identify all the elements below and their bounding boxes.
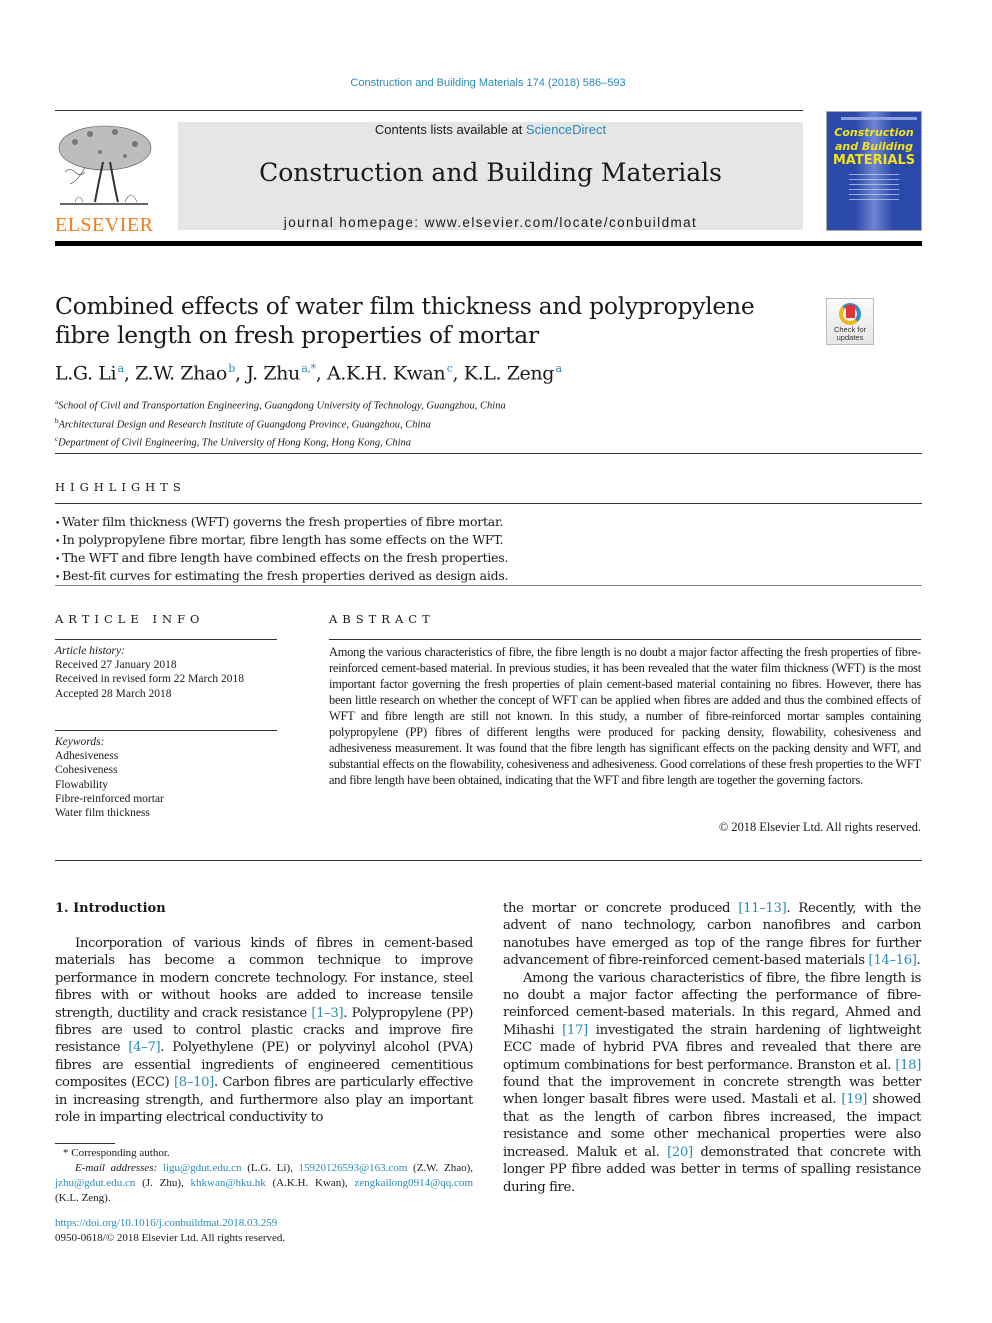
article-history-label: Article history:	[55, 645, 125, 657]
citation-link[interactable]: [8–10]	[174, 1075, 214, 1090]
article-info-heading: ARTICLE INFO	[55, 612, 205, 626]
section-heading-introduction: 1. Introduction	[55, 901, 166, 916]
highlight-item: Best-fit curves for estimating the fresh…	[55, 568, 508, 586]
author[interactable]: K.L. Zeng	[464, 362, 555, 384]
abstract-text: Among the various characteristics of fib…	[329, 645, 921, 787]
keyword[interactable]: Fibre-reinforced mortar	[55, 792, 164, 806]
paragraph: Incorporation of various kinds of fibres…	[55, 936, 473, 1126]
citation-link[interactable]: [17]	[562, 1023, 588, 1038]
author[interactable]: A.K.H. Kwan	[327, 362, 446, 384]
cover-title-line1: Construction	[834, 126, 914, 139]
email-link[interactable]: ligu@gdut.edu.cn	[163, 1162, 242, 1174]
footnote-divider	[55, 1143, 115, 1144]
paragraph: Among the various characteristics of fib…	[503, 970, 922, 1195]
author-affiliation-mark[interactable]: b	[228, 362, 235, 375]
divider	[55, 503, 922, 504]
crossmark-bookmark-icon	[846, 305, 855, 318]
abstract-heading: ABSTRACT	[329, 612, 435, 626]
cover-title: Construction and Building MATERIALS	[827, 126, 921, 168]
header-divider	[55, 110, 803, 111]
contents-prefix: Contents lists available at	[374, 122, 526, 137]
keyword[interactable]: Cohesiveness	[55, 763, 164, 777]
journal-cover-image[interactable]: Construction and Building MATERIALS	[826, 111, 922, 231]
doi-block: https://doi.org/10.1016/j.conbuildmat.20…	[55, 1216, 285, 1246]
abstract-copyright: © 2018 Elsevier Ltd. All rights reserved…	[718, 820, 921, 834]
affiliation: bArchitectural Design and Research Insti…	[55, 416, 431, 431]
article-title: Combined effects of water film thickness…	[55, 292, 755, 349]
journal-homepage[interactable]: journal homepage: www.elsevier.com/locat…	[178, 215, 803, 230]
author[interactable]: J. Zhu	[246, 362, 300, 384]
email-link[interactable]: 15920126593@163.com	[299, 1162, 408, 1174]
cover-title-line3: MATERIALS	[832, 153, 916, 168]
email-link[interactable]: jzhu@gdut.edu.cn	[55, 1177, 135, 1189]
affiliations: aSchool of Civil and Transportation Engi…	[55, 395, 506, 451]
check-for-updates-button[interactable]: Check for updates	[826, 298, 874, 345]
paragraph: the mortar or concrete produced [11–13].…	[503, 901, 921, 969]
body-column-left: Incorporation of various kinds of fibres…	[55, 935, 473, 1126]
divider	[55, 453, 922, 454]
citation-link[interactable]: [20]	[667, 1145, 693, 1160]
footnotes: * Corresponding author. E-mail addresses…	[55, 1143, 473, 1206]
email-addresses: E-mail addresses: ligu@gdut.edu.cn (L.G.…	[55, 1162, 473, 1204]
author[interactable]: L.G. Li	[55, 362, 117, 384]
highlight-item: Water film thickness (WFT) governs the f…	[55, 514, 508, 532]
email-link[interactable]: zengkailong0914@qq.com	[354, 1177, 473, 1189]
corresponding-author-note: * Corresponding author.	[63, 1147, 170, 1159]
history-item: Received 27 January 2018	[55, 659, 177, 672]
issn-copyright: 0950-0618/© 2018 Elsevier Ltd. All right…	[55, 1232, 286, 1244]
contents-line: Contents lists available at ScienceDirec…	[178, 122, 803, 137]
crossmark-label: Check for updates	[833, 325, 867, 342]
divider	[55, 639, 277, 640]
highlights-heading: HIGHLIGHTS	[55, 480, 186, 494]
author-list: L.G. Li a, Z.W. Zhao b, J. Zhu a,*, A.K.…	[55, 362, 562, 385]
citation-link[interactable]: [11–13]	[738, 901, 786, 916]
author-affiliation-mark[interactable]: c	[447, 362, 453, 375]
highlights-list: Water film thickness (WFT) governs the f…	[55, 514, 508, 586]
doi-link[interactable]: https://doi.org/10.1016/j.conbuildmat.20…	[55, 1216, 285, 1231]
affiliation: aSchool of Civil and Transportation Engi…	[55, 398, 506, 412]
highlight-item: The WFT and fibre length have combined e…	[55, 550, 508, 568]
elsevier-logo[interactable]: ELSEVIER	[55, 122, 153, 236]
cover-title-line2: and Building	[834, 140, 914, 153]
author-affiliation-mark[interactable]: a	[118, 362, 125, 375]
keywords: Keywords: Adhesiveness Cohesiveness Flow…	[55, 735, 164, 820]
citation-link[interactable]: [14–16]	[869, 953, 917, 968]
cover-bar	[841, 117, 917, 120]
email-link[interactable]: khkwan@hku.hk	[191, 1177, 266, 1189]
body-column-right: the mortar or concrete produced [11–13].…	[503, 900, 921, 1196]
author[interactable]: Z.W. Zhao	[135, 362, 227, 384]
journal-title: Construction and Building Materials	[259, 158, 722, 187]
keyword[interactable]: Water film thickness	[55, 806, 164, 820]
citation-link[interactable]: [4–7]	[128, 1040, 160, 1055]
citation-link[interactable]: [18]	[895, 1058, 921, 1073]
citation-link[interactable]: [1–3]	[311, 1006, 343, 1021]
keyword[interactable]: Adhesiveness	[55, 749, 164, 763]
elsevier-tree-icon	[55, 122, 153, 207]
sciencedirect-link[interactable]: ScienceDirect	[526, 122, 606, 137]
article-history: Article history: Received 27 January 201…	[55, 644, 244, 701]
divider	[329, 639, 921, 640]
highlight-item: In polypropylene fibre mortar, fibre len…	[55, 532, 508, 550]
author-affiliation-mark[interactable]: a	[555, 362, 562, 375]
journal-reference-link[interactable]: Construction and Building Materials 174 …	[0, 77, 976, 89]
divider	[55, 585, 922, 586]
keyword[interactable]: Flowability	[55, 778, 164, 792]
author-affiliation-mark[interactable]: a,*	[301, 362, 316, 375]
keywords-label: Keywords:	[55, 736, 105, 748]
divider	[55, 860, 922, 861]
history-item: Received in revised form 22 March 2018	[55, 673, 245, 686]
affiliation: cDepartment of Civil Engineering, The Un…	[55, 435, 412, 449]
header-thick-divider	[55, 241, 922, 246]
divider	[55, 730, 277, 731]
history-item: Accepted 28 March 2018	[55, 687, 172, 700]
cover-subtitle-lines	[849, 174, 899, 204]
citation-link[interactable]: [19]	[841, 1092, 867, 1107]
elsevier-wordmark: ELSEVIER	[55, 214, 154, 236]
journal-banner: Contents lists available at ScienceDirec…	[178, 122, 803, 230]
